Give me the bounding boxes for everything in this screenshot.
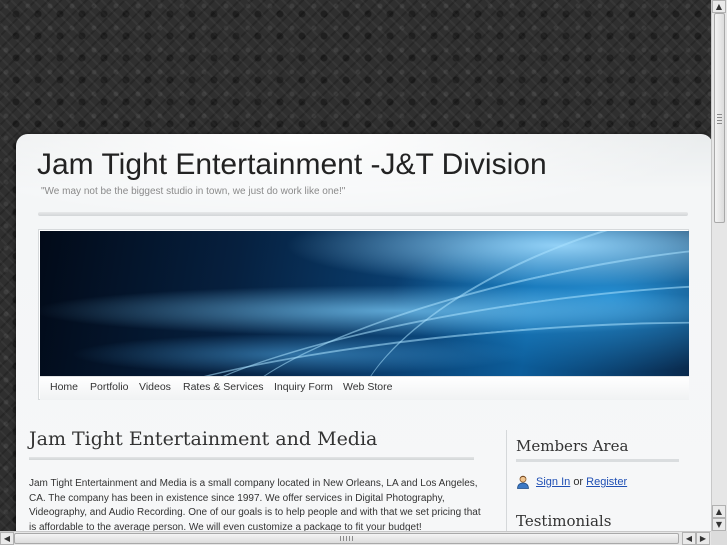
signin-line: Sign In or Register <box>536 476 627 488</box>
horizontal-scrollbar[interactable]: ◀ ◀ ▶ <box>0 531 711 545</box>
vertical-scroll-thumb[interactable] <box>714 13 725 223</box>
sidebar-title-divider <box>516 459 679 462</box>
page-card: Jam Tight Entertainment -J&T Division "W… <box>16 134 713 534</box>
sidebar-divider <box>506 430 507 534</box>
user-icon <box>516 475 530 489</box>
nav-rates-services[interactable]: Rates & Services <box>183 381 264 393</box>
nav-home[interactable]: Home <box>50 381 78 393</box>
vertical-scrollbar[interactable]: ▲ ▲ ▼ <box>711 0 727 531</box>
scroll-up-arrow-icon[interactable]: ▲ <box>712 0 726 13</box>
header-divider <box>38 212 688 216</box>
content-title: Jam Tight Entertainment and Media <box>29 428 378 450</box>
site-tagline: "We may not be the biggest studio in tow… <box>41 186 346 197</box>
testimonials-title: Testimonials <box>516 512 612 530</box>
content-divider <box>29 457 474 460</box>
scroll-up-arrow-icon-lower[interactable]: ▲ <box>712 505 726 518</box>
site-title: Jam Tight Entertainment -J&T Division <box>37 148 547 181</box>
nav-videos[interactable]: Videos <box>139 381 171 393</box>
scroll-grip-icon <box>717 114 722 126</box>
nav-portfolio[interactable]: Portfolio <box>90 381 129 393</box>
scroll-down-arrow-icon[interactable]: ▼ <box>712 518 726 531</box>
or-text: or <box>573 476 584 488</box>
horizontal-scroll-thumb[interactable] <box>14 533 679 544</box>
members-area-title: Members Area <box>516 437 629 455</box>
nav-web-store[interactable]: Web Store <box>343 381 392 393</box>
main-nav: Home Portfolio Videos Rates & Services I… <box>40 376 689 400</box>
register-link[interactable]: Register <box>586 476 627 488</box>
header-banner-image <box>40 231 689 376</box>
content-body: Jam Tight Entertainment and Media is a s… <box>29 478 481 533</box>
header-box: Home Portfolio Videos Rates & Services I… <box>38 229 689 400</box>
scrollbar-corner <box>711 531 727 545</box>
scroll-left-arrow-icon-right[interactable]: ◀ <box>682 532 696 545</box>
scroll-left-arrow-icon[interactable]: ◀ <box>0 532 14 545</box>
sign-in-link[interactable]: Sign In <box>536 476 570 488</box>
scroll-right-arrow-icon[interactable]: ▶ <box>696 532 710 545</box>
nav-inquiry-form[interactable]: Inquiry Form <box>274 381 333 393</box>
scroll-grip-icon-horizontal <box>340 536 354 541</box>
